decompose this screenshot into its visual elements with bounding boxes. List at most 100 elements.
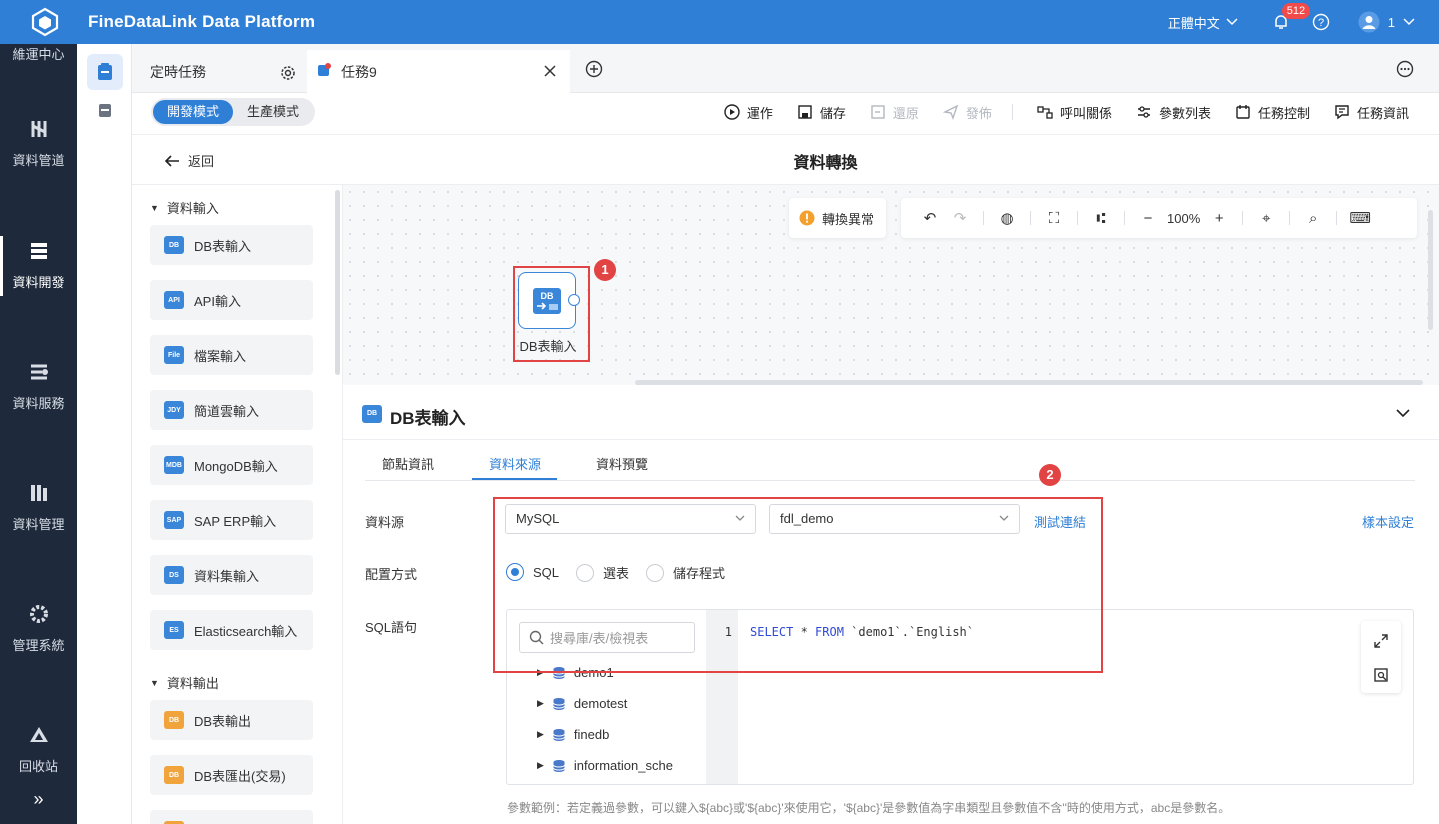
palette-item-sap-input[interactable]: SAP SAP ERP輸入 <box>150 500 313 540</box>
db-export-icon: DB <box>164 766 184 784</box>
palette-item-mongodb-input[interactable]: MDB MongoDB輸入 <box>150 445 313 485</box>
tree-item-information-schema[interactable]: ▶ information_sche <box>537 758 673 773</box>
notification-bell[interactable]: 512 <box>1272 3 1311 31</box>
service-icon <box>30 364 48 380</box>
app-logo-icon[interactable] <box>30 7 60 37</box>
collapse-icon[interactable] <box>1396 409 1410 418</box>
save-button[interactable]: 儲存 <box>797 103 846 122</box>
close-icon[interactable] <box>544 65 556 77</box>
format-icon[interactable] <box>1373 667 1389 683</box>
palette-item-file-input[interactable]: File 檔案輸入 <box>150 335 313 375</box>
publish-label: 發佈 <box>965 105 992 121</box>
layout-icon[interactable]: ⑆ <box>1086 210 1116 227</box>
publish-button[interactable]: 發佈 <box>942 103 992 122</box>
toolbar: 開發模式 生產模式 運作 儲存 還原 發佈 呼叫關係 參數列表 任務控制 任務資… <box>132 93 1439 135</box>
palette-item-label: DB表輸入 <box>194 238 252 254</box>
tree-item-demotest[interactable]: ▶ demotest <box>537 696 627 711</box>
palette-item-label: 資料集輸入 <box>194 568 260 584</box>
sidebar-item-manage[interactable]: 資料管理 <box>0 482 77 533</box>
task-info-button[interactable]: 任務資訊 <box>1334 103 1409 122</box>
add-tab-icon[interactable] <box>585 60 603 78</box>
panel-tabs: 節點資訊 資料來源 資料預覽 <box>365 441 1415 481</box>
mode-prod-button[interactable]: 生產模式 <box>233 100 313 124</box>
tab-scheduled[interactable]: 定時任務 <box>132 50 306 93</box>
keyboard-icon[interactable]: ⌨ <box>1345 209 1375 227</box>
caret-down-icon: ▼ <box>150 202 159 213</box>
sample-settings-link[interactable]: 樣本設定 <box>1362 512 1414 531</box>
task-tab-icon <box>318 63 331 76</box>
call-relation-button[interactable]: 呼叫關係 <box>1037 103 1112 122</box>
group-input[interactable]: ▼ 資料輸入 <box>150 198 219 217</box>
palette-icon[interactable]: ◍ <box>992 209 1022 227</box>
palette-item-more[interactable] <box>150 810 313 824</box>
sidebar-item-dev[interactable]: 資料開發 <box>0 236 77 296</box>
palette-item-db-output[interactable]: DB DB表輸出 <box>150 700 313 740</box>
dev-icon <box>30 243 47 259</box>
sidebar-item-pipeline[interactable]: 資料管道 <box>0 118 77 169</box>
help-button[interactable]: ? <box>1312 13 1330 31</box>
caret-right-icon: ▶ <box>537 729 544 739</box>
palette-item-jdy-input[interactable]: JDY 簡道雲輸入 <box>150 390 313 430</box>
tree-label: information_sche <box>573 758 673 773</box>
save-label: 儲存 <box>819 105 846 121</box>
language-selector[interactable]: 正體中文 <box>1168 13 1238 32</box>
palette-item-db-export[interactable]: DB DB表匯出(交易) <box>150 755 313 795</box>
sidebar-item-label: 資料管道 <box>12 153 65 168</box>
relation-icon <box>1037 106 1053 119</box>
palette-item-api-input[interactable]: API API輸入 <box>150 280 313 320</box>
restore-button[interactable]: 還原 <box>870 103 919 122</box>
sidebar-item-recycle[interactable]: 回收站 <box>0 724 77 775</box>
undo-icon[interactable]: ↶ <box>915 209 945 227</box>
conversion-alert[interactable]: 轉換異常 <box>789 198 886 238</box>
divider <box>1124 211 1125 225</box>
user-menu[interactable]: 1 <box>1358 11 1415 33</box>
locate-icon[interactable]: ⌖ <box>1251 210 1281 227</box>
zoom-level: 100% <box>1167 210 1201 226</box>
file-icon: File <box>164 346 184 364</box>
canvas-toolbar: ↶ ↷ ◍ ⛶ ⑆ − 100% + ⌖ ⌕ ⌨ <box>901 198 1417 238</box>
sidebar-expand-button[interactable]: » <box>0 789 77 810</box>
tab-task9[interactable]: 任務9 <box>307 50 570 93</box>
tab-data-source[interactable]: 資料來源 <box>489 454 541 473</box>
warning-icon <box>799 210 815 226</box>
search-icon[interactable]: ⌕ <box>1298 210 1328 227</box>
more-icon[interactable] <box>1396 60 1414 78</box>
run-button[interactable]: 運作 <box>724 103 773 122</box>
task-control-button[interactable]: 任務控制 <box>1235 103 1310 122</box>
tab-data-preview[interactable]: 資料預覽 <box>596 454 648 473</box>
clipboard-button[interactable] <box>87 92 123 128</box>
sidebar-item-label: 回收站 <box>18 759 58 774</box>
redo-icon[interactable]: ↷ <box>945 209 975 227</box>
fullscreen-icon[interactable] <box>1373 633 1389 649</box>
zoom-out-icon[interactable]: − <box>1133 210 1163 227</box>
group-output[interactable]: ▼ 資料輸出 <box>150 673 219 692</box>
sidebar-item-label: 資料服務 <box>12 396 65 411</box>
task-list-button[interactable] <box>87 54 123 90</box>
param-list-button[interactable]: 參數列表 <box>1136 103 1211 122</box>
caret-down-icon: ▼ <box>150 677 159 688</box>
fit-view-icon[interactable]: ⛶ <box>1039 210 1069 227</box>
call-relation-label: 呼叫關係 <box>1059 105 1112 121</box>
mode-dev-button[interactable]: 開發模式 <box>153 100 234 124</box>
tree-item-finedb[interactable]: ▶ finedb <box>537 727 609 742</box>
flow-canvas[interactable]: 轉換異常 ↶ ↷ ◍ ⛶ ⑆ − 100% + ⌖ ⌕ ⌨ DB DB表輸入 <box>343 185 1439 385</box>
sidebar-item-system[interactable]: 管理系統 <box>0 603 77 654</box>
palette-item-db-input[interactable]: DB DB表輸入 <box>150 225 313 265</box>
group-label: 資料輸入 <box>166 201 219 216</box>
db-output-icon: DB <box>164 711 184 729</box>
palette-item-es-input[interactable]: ES Elasticsearch輸入 <box>150 610 313 650</box>
avatar-icon <box>1358 11 1380 33</box>
tab-node-info[interactable]: 節點資訊 <box>382 454 434 473</box>
sidebar-item-ops[interactable]: 維運中心 <box>0 44 77 63</box>
canvas-v-scrollbar[interactable] <box>1428 210 1433 330</box>
db-panel-icon: DB <box>362 405 382 423</box>
info-icon <box>1335 105 1349 120</box>
palette-item-dataset-input[interactable]: DS 資料集輸入 <box>150 555 313 595</box>
sidebar-item-label: 維運中心 <box>12 47 65 62</box>
settings-icon[interactable] <box>280 65 296 81</box>
zoom-in-icon[interactable]: + <box>1204 210 1234 227</box>
palette-scrollbar[interactable] <box>335 190 340 375</box>
palette-item-label: MongoDB輸入 <box>194 458 278 474</box>
chevron-down-icon <box>1226 18 1238 26</box>
sidebar-item-service[interactable]: 資料服務 <box>0 361 77 412</box>
